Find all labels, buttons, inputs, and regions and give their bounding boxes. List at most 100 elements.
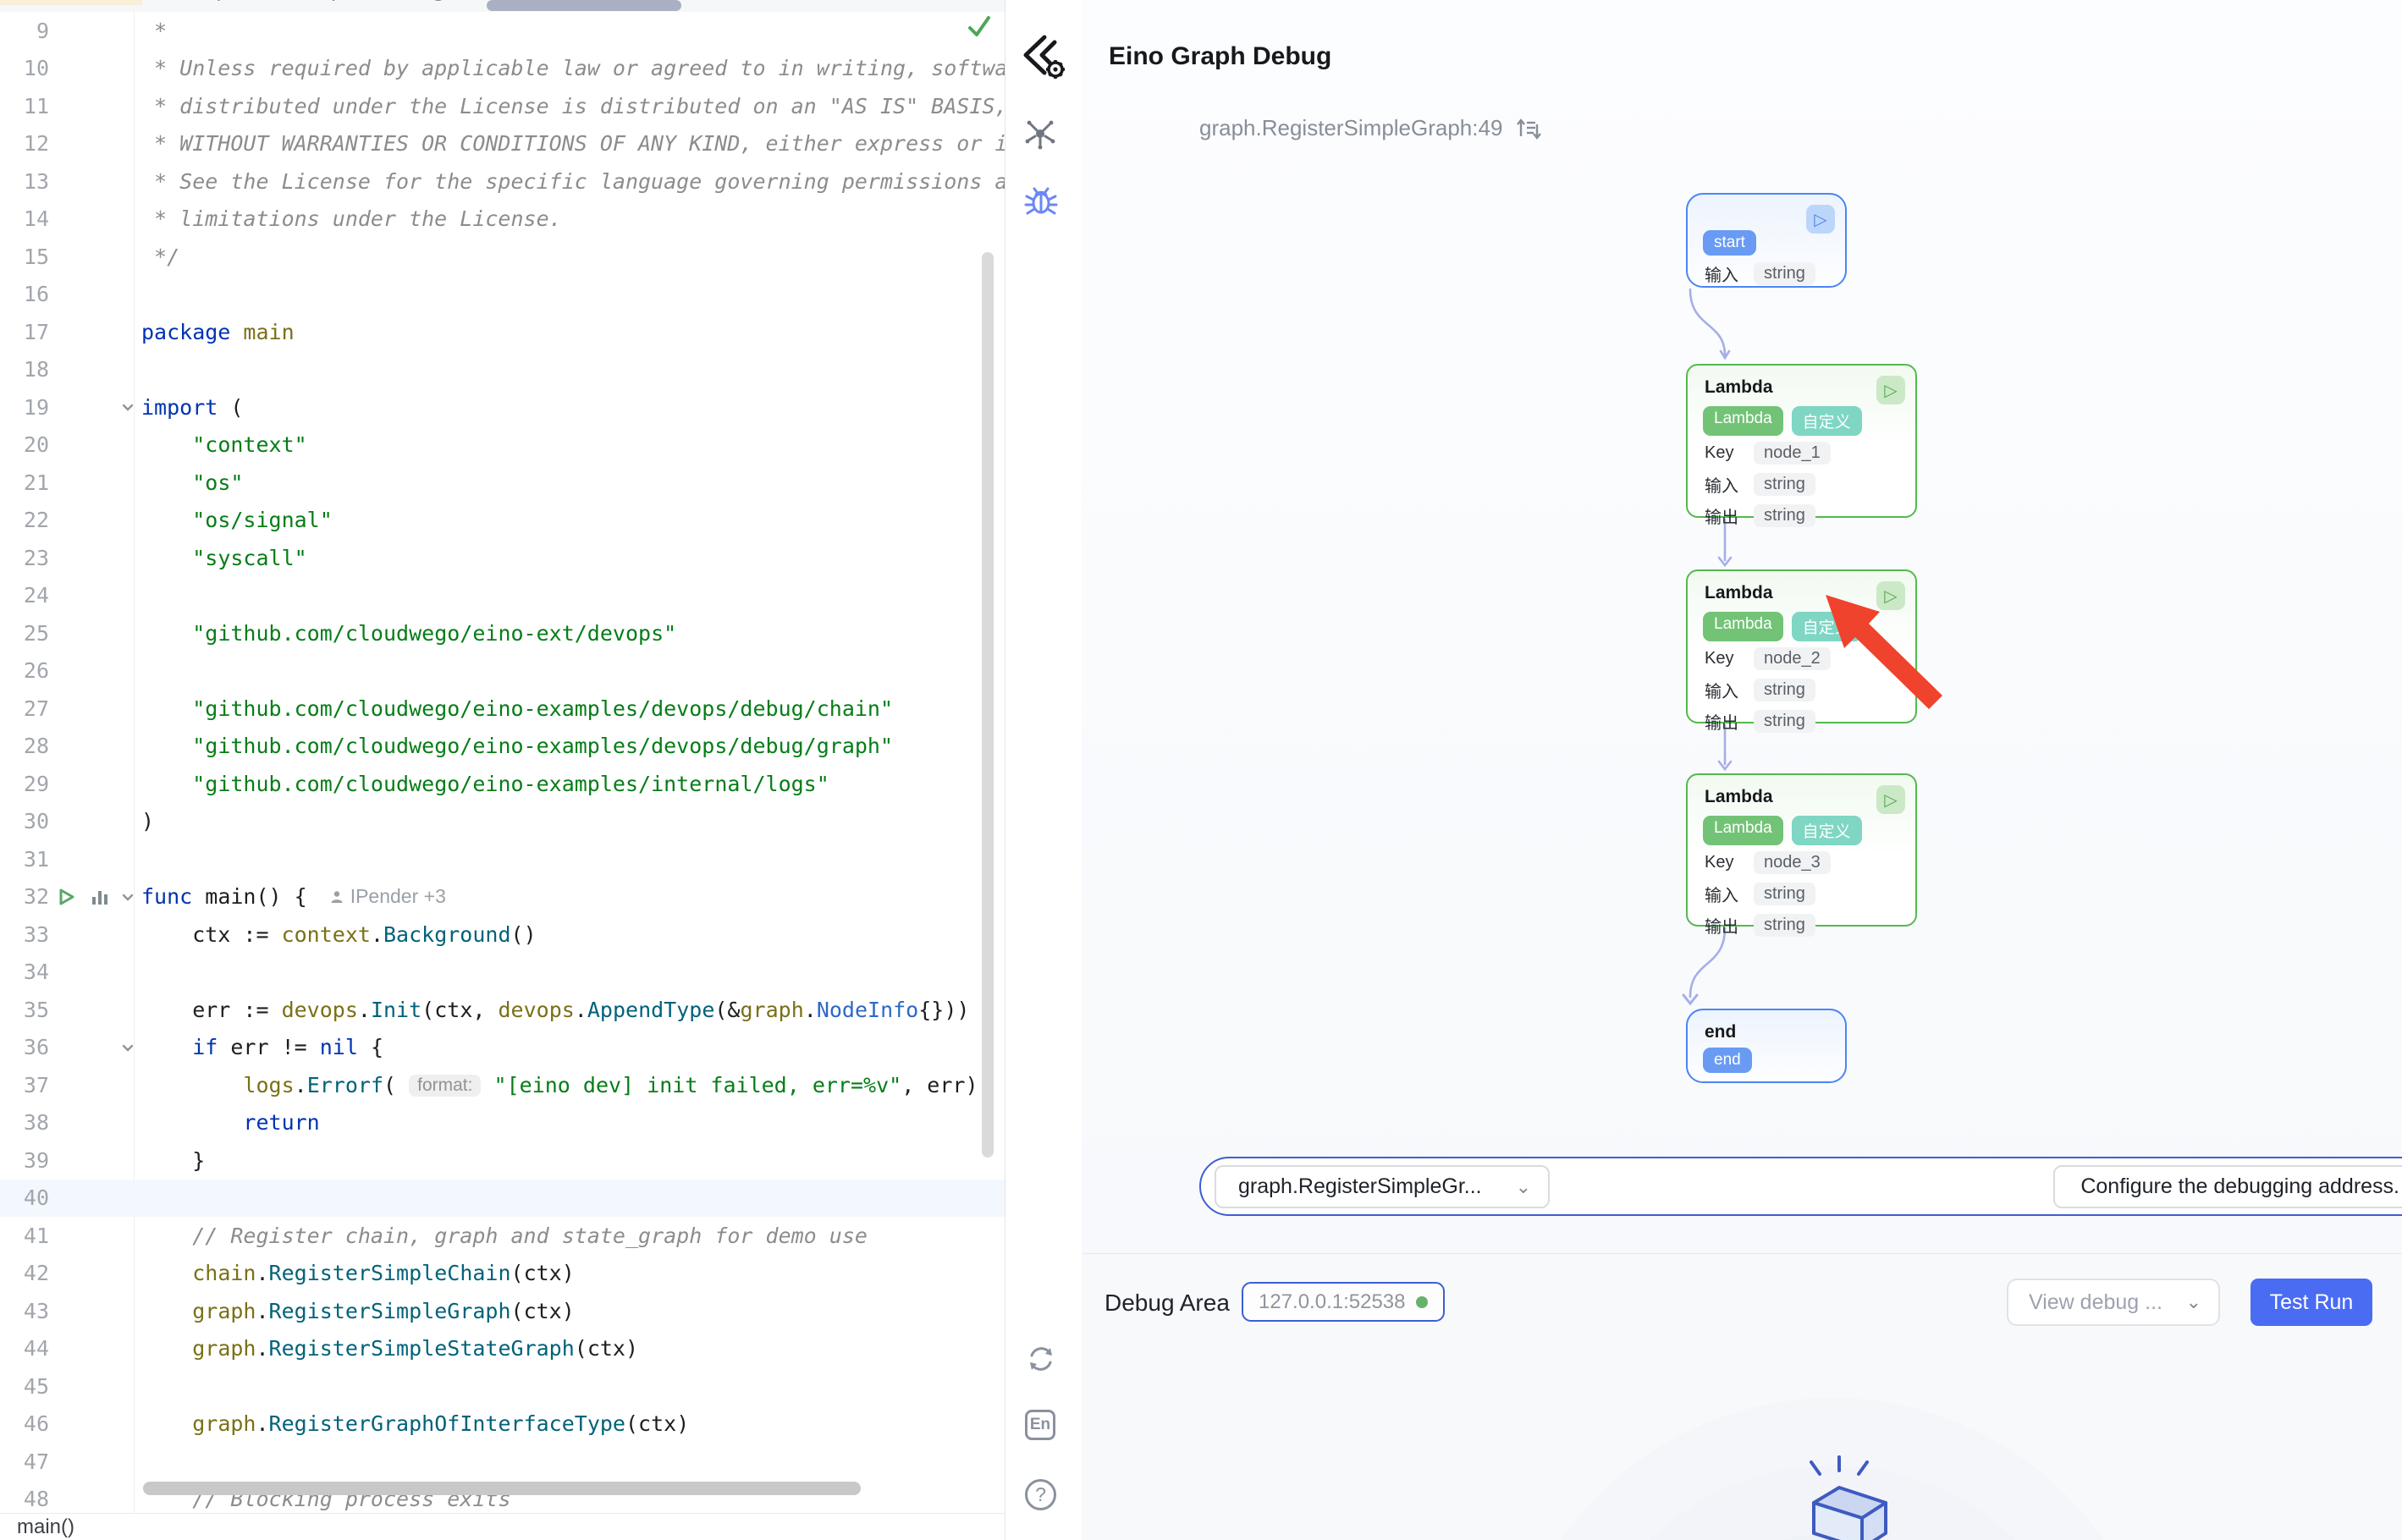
breadcrumb-main[interactable]: main() <box>17 1515 74 1539</box>
code-line: 47 <box>0 1443 1005 1481</box>
code-text: package main <box>141 320 295 344</box>
code-line: 13 * See the License for the specific la… <box>0 162 1005 201</box>
code-text: "os" <box>141 470 243 495</box>
code-line: 15 */ <box>0 238 1005 276</box>
fold-chevron-icon[interactable] <box>119 1039 136 1056</box>
code-line: 26 <box>0 652 1005 690</box>
line-number: 24 <box>0 583 49 608</box>
code-line: 39 } <box>0 1141 1005 1180</box>
code-text: ) <box>141 809 154 833</box>
code-line: 25 "github.com/cloudwego/eino-ext/devops… <box>0 614 1005 652</box>
code-text: "github.com/cloudwego/eino-examples/devo… <box>141 696 893 721</box>
panel-sidebar: En ? <box>1005 0 1082 1540</box>
debug-address-value: 127.0.0.1:52538 <box>1259 1290 1406 1314</box>
line-number: 25 <box>0 621 49 646</box>
code-line: 40 <box>0 1180 1005 1218</box>
code-text: */ <box>141 245 179 269</box>
gutter-icons <box>49 652 141 690</box>
bug-debug-icon[interactable] <box>1022 183 1060 220</box>
code-text: "context" <box>141 432 307 457</box>
line-number: 30 <box>0 809 49 833</box>
code-line: 45 <box>0 1367 1005 1405</box>
code-line: 9 * <box>0 12 1005 50</box>
code-text: if err != nil { <box>141 1035 383 1059</box>
language-icon[interactable]: En <box>1025 1410 1055 1440</box>
gutter-icons <box>49 803 141 841</box>
test-run-button[interactable]: Test Run <box>2250 1279 2372 1326</box>
code-text: graph.RegisterSimpleGraph(ctx) <box>141 1299 575 1323</box>
gutter-icons <box>49 1255 141 1293</box>
language-label: En <box>1030 1416 1050 1434</box>
line-number: 46 <box>0 1411 49 1436</box>
vertical-scrollbar[interactable] <box>982 252 994 1158</box>
gutter-icons <box>49 728 141 766</box>
gutter-icons <box>49 502 141 540</box>
code-line: 30) <box>0 803 1005 841</box>
line-number: 28 <box>0 734 49 758</box>
fold-chevron-icon[interactable] <box>119 399 136 415</box>
code-text: * <box>141 19 167 43</box>
line-number: 26 <box>0 658 49 683</box>
code-line: 20 "context" <box>0 426 1005 465</box>
line-number: 34 <box>0 960 49 984</box>
gutter-icons <box>49 426 141 465</box>
code-text: * limitations under the License. <box>141 206 562 231</box>
gutter-icons <box>49 539 141 577</box>
debug-address-pill[interactable]: 127.0.0.1:52538 <box>1242 1282 1445 1322</box>
code-line: 34 <box>0 954 1005 992</box>
gutter-icons <box>49 1330 141 1368</box>
code-line: 42 chain.RegisterSimpleChain(ctx) <box>0 1255 1005 1293</box>
gutter-icons <box>49 162 141 201</box>
graph-view-icon[interactable] <box>1022 117 1058 152</box>
code-text: "os/signal" <box>141 508 333 532</box>
line-number: 17 <box>0 320 49 344</box>
code-line: 22 "os/signal" <box>0 502 1005 540</box>
code-line: 37 logs.Errorf( format: "[eino dev] init… <box>0 1066 1005 1104</box>
refresh-icon[interactable] <box>1026 1344 1056 1374</box>
debug-area-label: Debug Area <box>1105 1290 1230 1317</box>
line-number: 31 <box>0 847 49 872</box>
inspection-check-icon[interactable] <box>965 12 994 41</box>
gutter-icons <box>49 276 141 314</box>
graph-canvas[interactable]: graph.RegisterSimpleGraph:49 <box>1082 0 2402 1254</box>
code-line: 27 "github.com/cloudwego/eino-examples/d… <box>0 690 1005 728</box>
line-number: 23 <box>0 546 49 570</box>
line-number: 20 <box>0 432 49 457</box>
code-vision-hint[interactable]: IPender +3 <box>329 885 446 908</box>
gutter-icons <box>49 765 141 803</box>
code-line: 23 "syscall" <box>0 539 1005 577</box>
help-icon[interactable]: ? <box>1025 1479 1056 1510</box>
line-number: 10 <box>0 56 49 80</box>
code-text: graph.RegisterGraphOfInterfaceType(ctx) <box>141 1411 689 1436</box>
line-number: 21 <box>0 470 49 495</box>
code-line: 36 if err != nil { <box>0 1029 1005 1067</box>
line-number: 12 <box>0 131 49 156</box>
gutter-icons <box>49 1141 141 1180</box>
code-line: 38 return <box>0 1104 1005 1142</box>
code-text: import ( <box>141 395 243 420</box>
gutter-icons <box>49 991 141 1029</box>
code-line: 31 <box>0 840 1005 878</box>
code-text: err := devops.Init(ctx, devops.AppendTyp… <box>141 998 969 1022</box>
code-text: "syscall" <box>141 546 307 570</box>
profiler-icon[interactable] <box>90 887 110 907</box>
fold-chevron-icon[interactable] <box>119 888 136 905</box>
line-number: 47 <box>0 1449 49 1474</box>
line-number: 29 <box>0 772 49 796</box>
line-number: 14 <box>0 206 49 231</box>
eino-logo-icon <box>1019 32 1068 81</box>
horizontal-scrollbar[interactable] <box>143 1482 861 1495</box>
line-number: 36 <box>0 1035 49 1059</box>
code-text: * distributed under the License is distr… <box>141 94 1005 118</box>
code-text: logs.Errorf( format: "[eino dev] init fa… <box>141 1073 978 1097</box>
gutter-icons <box>49 201 141 239</box>
view-debug-dropdown[interactable]: View debug ... ⌄ <box>2007 1279 2220 1326</box>
annotation-red-arrow <box>1082 0 2402 1254</box>
run-main-icon[interactable] <box>56 887 76 907</box>
gutter-icons <box>49 878 141 916</box>
line-number: 39 <box>0 1148 49 1173</box>
view-debug-value: View debug ... <box>2029 1290 2162 1315</box>
gutter-icons <box>49 87 141 125</box>
top-scrollbar-thumb[interactable] <box>487 0 681 11</box>
gutter-icons <box>49 50 141 88</box>
